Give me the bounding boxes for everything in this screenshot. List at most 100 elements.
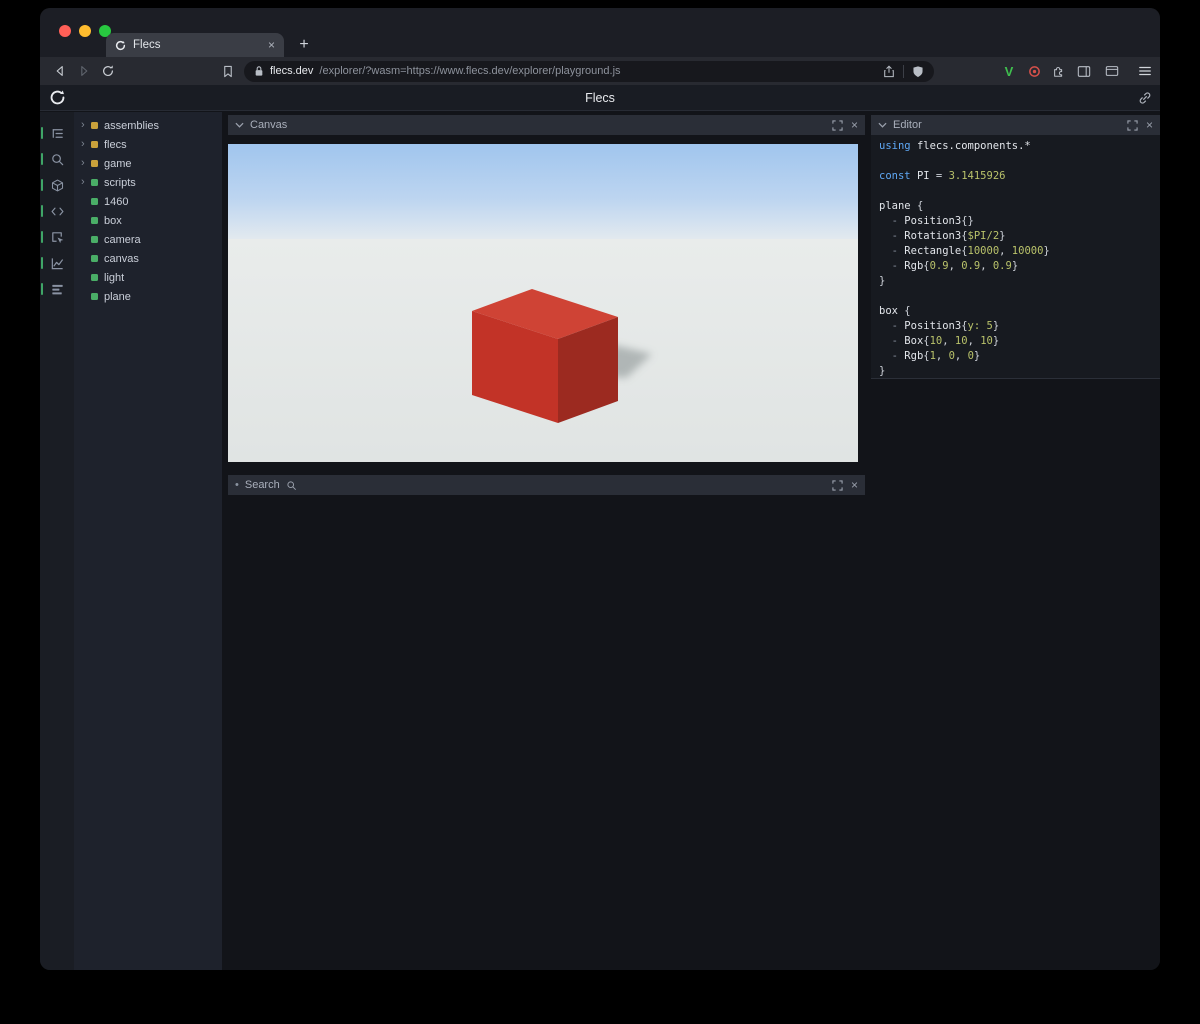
tree-item-label: game (104, 158, 132, 170)
tree-item-label: camera (104, 234, 141, 246)
entity-kind-icon (91, 293, 98, 300)
menu-button[interactable] (1134, 59, 1156, 83)
canvas-panel-title: Canvas (250, 119, 826, 131)
close-window-button[interactable] (59, 25, 71, 37)
entity-kind-icon (91, 236, 98, 243)
expand-icon[interactable] (832, 480, 843, 491)
editor-code[interactable]: using flecs.components.* const PI = 3.14… (871, 135, 1160, 379)
expand-arrow-icon[interactable]: › (81, 120, 91, 131)
page-title: Flecs (40, 91, 1160, 105)
code-line: - Rotation3{$PI/2} (879, 229, 1160, 244)
tree-item-label: assemblies (104, 120, 159, 132)
tree-icon[interactable] (40, 120, 74, 146)
canvas-panel-header[interactable]: Canvas × (228, 115, 865, 135)
share-icon[interactable] (883, 65, 895, 78)
expand-icon[interactable] (832, 120, 843, 131)
code-line: - Position3{y: 5} (879, 319, 1160, 334)
link-icon[interactable] (1138, 91, 1152, 105)
entity-kind-icon (91, 179, 98, 186)
chevron-down-icon[interactable] (235, 122, 244, 128)
tree-item-light[interactable]: light (74, 268, 222, 287)
code-line: - Rectangle{10000, 10000} (879, 244, 1160, 259)
content-area: Canvas × (222, 112, 1160, 970)
recorder-icon[interactable] (1023, 59, 1045, 83)
browser-window: Flecs × + flecs.dev/explorer/?wasm=https… (40, 8, 1160, 970)
wallet-icon[interactable] (1101, 59, 1123, 83)
code-line: - Rgb{0.9, 0.9, 0.9} (879, 259, 1160, 274)
tab-favicon (115, 40, 126, 51)
tree-item-label: scripts (104, 177, 136, 189)
reload-button[interactable] (96, 59, 120, 83)
extension-vimium[interactable]: V (998, 59, 1020, 83)
tree-item-plane[interactable]: plane (74, 287, 222, 306)
address-bar[interactable]: flecs.dev/explorer/?wasm=https://www.fle… (244, 61, 934, 82)
tree-item-label: plane (104, 291, 131, 303)
search-icon[interactable] (40, 146, 74, 172)
close-icon[interactable]: × (851, 479, 858, 491)
code-icon[interactable] (40, 198, 74, 224)
tree-item-label: canvas (104, 253, 139, 265)
tree-item-assemblies[interactable]: › assemblies (74, 116, 222, 135)
entity-kind-icon (91, 274, 98, 281)
forward-button[interactable] (72, 59, 96, 83)
magnifier-icon (286, 480, 297, 491)
close-icon[interactable]: × (851, 119, 858, 131)
tree-item-1460[interactable]: 1460 (74, 192, 222, 211)
browser-tab[interactable]: Flecs × (106, 33, 284, 57)
shield-icon[interactable] (912, 65, 924, 78)
tree-item-scripts[interactable]: › scripts (74, 173, 222, 192)
new-tab-button[interactable]: + (292, 33, 316, 57)
cube-icon[interactable] (40, 172, 74, 198)
code-line: } (879, 364, 1160, 379)
code-line: plane { (879, 199, 1160, 214)
close-icon[interactable]: × (1146, 119, 1153, 131)
expand-arrow-icon[interactable]: › (81, 139, 91, 150)
sky (228, 144, 858, 244)
entity-kind-icon (91, 141, 98, 148)
tree-item-canvas[interactable]: canvas (74, 249, 222, 268)
search-panel-header[interactable]: • Search × (228, 475, 865, 495)
expand-arrow-icon[interactable]: › (81, 177, 91, 188)
code-line: box { (879, 304, 1160, 319)
expand-arrow-icon[interactable]: › (81, 158, 91, 169)
tab-close-icon[interactable]: × (268, 38, 275, 52)
canvas-viewport[interactable] (228, 144, 858, 462)
tree-item-game[interactable]: › game (74, 154, 222, 173)
editor-panel-header[interactable]: Editor × (871, 115, 1160, 135)
inspect-icon[interactable] (40, 224, 74, 250)
browser-toolbar: flecs.dev/explorer/?wasm=https://www.fle… (40, 57, 1160, 85)
tree-item-camera[interactable]: camera (74, 230, 222, 249)
chart-icon[interactable] (40, 250, 74, 276)
code-line (879, 154, 1160, 169)
code-line (879, 289, 1160, 304)
code-line: } (879, 274, 1160, 289)
extensions-puzzle-icon[interactable] (1048, 59, 1070, 83)
3d-scene (228, 144, 858, 462)
collapsed-bullet-icon: • (235, 479, 239, 491)
app-main: › assemblies › flecs › game › scripts 1460 box cam… (40, 112, 1160, 970)
bookmark-icon[interactable] (216, 59, 240, 83)
tree-item-box[interactable]: box (74, 211, 222, 230)
chevron-down-icon[interactable] (878, 122, 887, 128)
tree-item-label: box (104, 215, 122, 227)
code-line (879, 184, 1160, 199)
tree-item-label: flecs (104, 139, 127, 151)
divider (903, 65, 904, 78)
code-line: - Box{10, 10, 10} (879, 334, 1160, 349)
url-path: /explorer/?wasm=https://www.flecs.dev/ex… (319, 65, 877, 77)
tree-item-label: 1460 (104, 196, 128, 208)
expand-icon[interactable] (1127, 120, 1138, 131)
entity-kind-icon (91, 122, 98, 129)
code-line: - Position3{} (879, 214, 1160, 229)
rows-icon[interactable] (40, 276, 74, 302)
code-line: const PI = 3.1415926 (879, 169, 1160, 184)
window-controls (59, 25, 111, 37)
minimize-window-button[interactable] (79, 25, 91, 37)
entity-tree: › assemblies › flecs › game › scripts 1460 box cam… (74, 112, 222, 970)
tree-item-flecs[interactable]: › flecs (74, 135, 222, 154)
entity-kind-icon (91, 160, 98, 167)
back-button[interactable] (48, 59, 72, 83)
app-header: Flecs (40, 85, 1160, 111)
sidebar-toggle-icon[interactable] (1073, 59, 1095, 83)
entity-kind-icon (91, 198, 98, 205)
